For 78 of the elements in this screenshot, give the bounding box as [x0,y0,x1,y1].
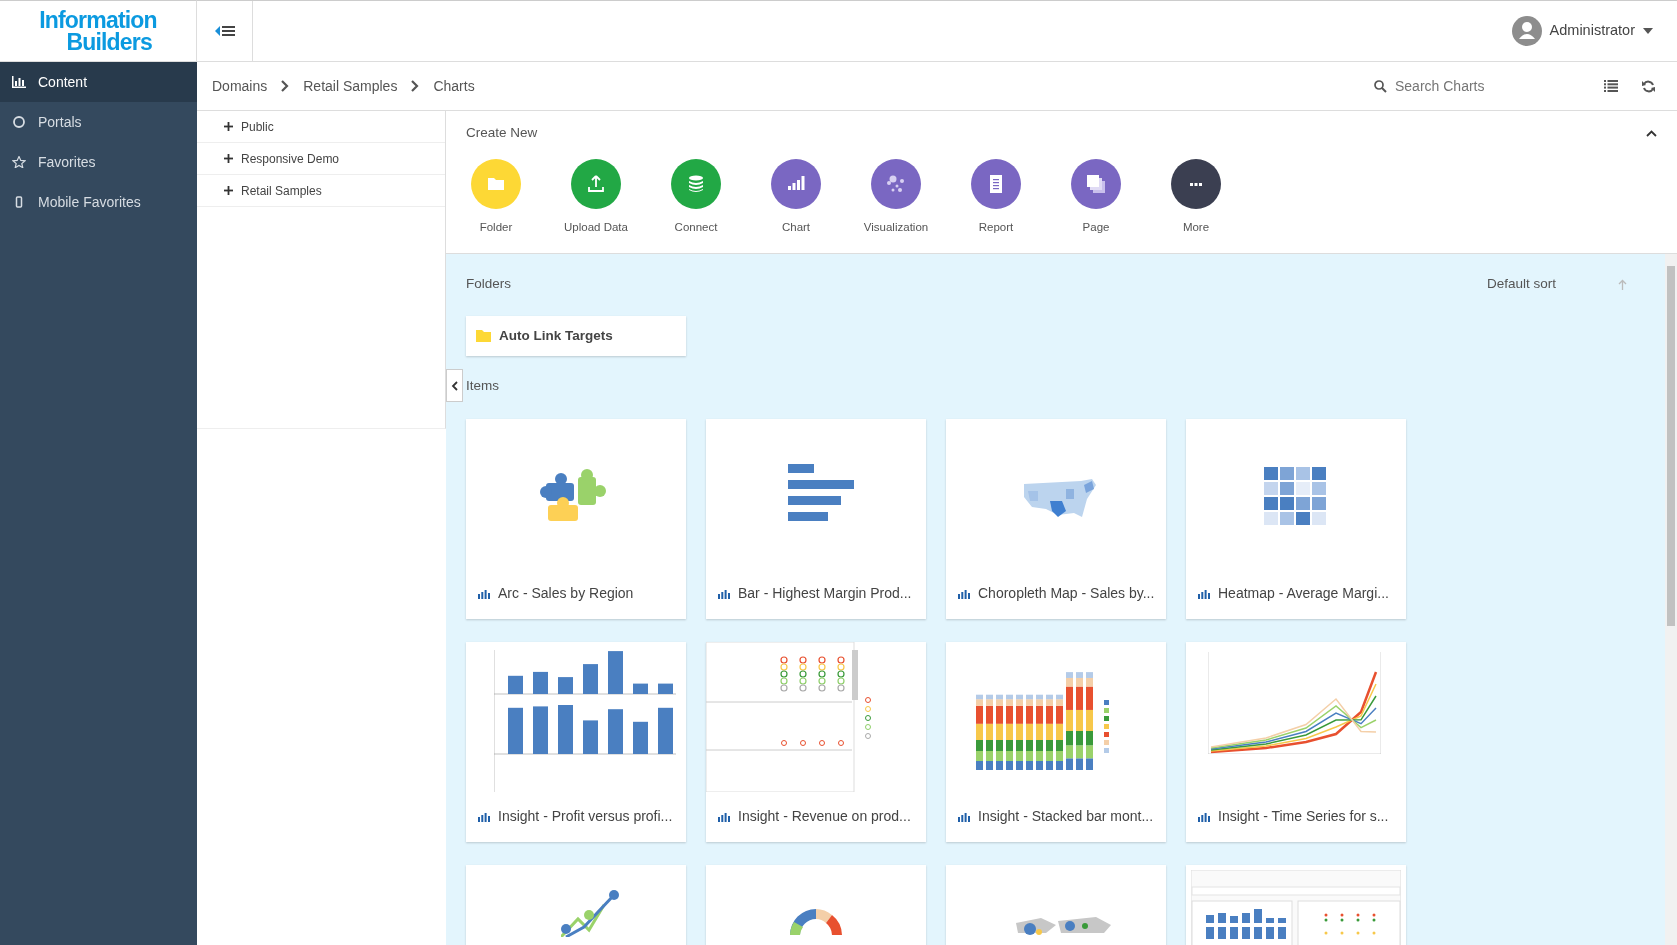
logo-text: Builders [66,31,152,53]
create-button[interactable]: More [1146,159,1246,237]
item-card[interactable]: Bar - Highest Margin Prod... [706,418,926,619]
collapse-panel-button[interactable] [446,369,463,402]
menu-toggle-icon[interactable] [214,24,235,38]
sidebar-item[interactable]: Favorites [0,142,197,182]
refresh-icon[interactable] [1642,79,1655,93]
bar-chart-icon [478,811,490,822]
create-button[interactable]: Report [946,159,1046,237]
sidebar-item[interactable]: Content [0,62,197,102]
bar-chart-icon [1198,588,1210,599]
item-card[interactable]: Insight - Revenue on prod... [706,641,926,842]
plus-icon [224,186,233,195]
section-title: Folders [466,275,511,293]
card-title[interactable]: Insight - Revenue on prod... [706,791,926,842]
star-icon [12,156,26,168]
search-field[interactable]: Search Charts [1395,75,1545,97]
chart-thumbnail-drawing [1264,466,1326,525]
create-button[interactable]: Visualization [846,159,946,237]
create-button[interactable]: Upload Data [546,159,646,237]
card-title[interactable]: Insight - Profit versus profi... [466,791,686,842]
create-button[interactable]: Connect [646,159,746,237]
chart-thumbnail-drawing [561,889,619,937]
item-card[interactable]: Arc - Sales by Region [466,418,686,619]
collapse-chevron-icon[interactable] [1646,129,1657,137]
section-title: Create New [466,124,538,142]
create-button[interactable]: Page [1046,159,1146,237]
item-card[interactable]: Choropleth Map - Sales by... [946,418,1166,619]
create-button[interactable]: Chart [746,159,846,237]
tree-item[interactable]: Public [197,111,445,143]
tree-item[interactable]: Responsive Demo [197,143,445,175]
create-button[interactable]: Folder [446,159,546,237]
card-title[interactable]: Insight - Stacked bar mont... [946,791,1166,842]
tree-item[interactable]: Retail Samples [197,175,445,207]
caret-icon [1643,28,1653,34]
breadcrumb-link[interactable]: Domains [212,75,268,97]
bar-chart-icon [958,811,970,822]
item-card[interactable]: Heatmap - Average Margi... [1186,418,1406,619]
card-title[interactable]: Choropleth Map - Sales by... [946,568,1166,619]
avatar-icon [1511,16,1542,46]
section-title: Items [466,377,500,396]
search-icon [1374,79,1387,93]
card-title[interactable]: Insight - Time Series for s... [1186,791,1406,842]
plus-icon [224,154,233,163]
breadcrumb-link[interactable]: Charts [433,75,475,97]
bar-chart-icon [718,588,730,599]
folder-tile[interactable]: Auto Link Targets [466,316,686,357]
sidebar-item[interactable]: Portals [0,102,197,142]
plus-icon [224,122,233,131]
more-icon [1190,182,1202,186]
card-title[interactable]: Bar - Highest Margin Prod... [706,568,926,619]
item-card[interactable]: Insight - Stacked bar mont... [946,641,1166,842]
chart-thumbnail-drawing [790,908,842,935]
user-menu[interactable]: Administrator [1549,20,1653,42]
scrollbar[interactable] [1665,254,1677,945]
list-view-icon[interactable] [1604,80,1618,92]
bar-chart-icon [12,76,26,88]
sort-dropdown[interactable]: Default sort [1486,274,1556,295]
chevron-icon [411,80,420,92]
bar-chart-icon [1198,811,1210,822]
chevron-left-icon [451,380,458,391]
item-card[interactable]: Insight - Profit versus profi... [466,641,686,842]
bar-chart-icon [958,588,970,599]
card-title[interactable]: Heatmap - Average Margi... [1186,568,1406,619]
bar-chart-icon [718,811,730,822]
breadcrumb-link[interactable]: Retail Samples [303,75,398,97]
stacked-pages-icon [1085,173,1107,196]
chart-thumbnail-drawing [788,463,854,521]
chevron-icon [281,80,290,92]
chart-thumbnail-drawing [1024,478,1096,517]
bar-chart-icon [478,588,490,599]
card-title[interactable]: Arc - Sales by Region [466,568,686,619]
circle-icon [12,116,26,128]
sidebar-item[interactable]: Mobile Favorites [0,182,197,222]
logo-text: Information [39,9,157,31]
folder-icon [476,330,491,343]
chart-thumbnail-drawing [540,468,606,521]
item-card[interactable]: Insight - Time Series for s... [1186,641,1406,842]
